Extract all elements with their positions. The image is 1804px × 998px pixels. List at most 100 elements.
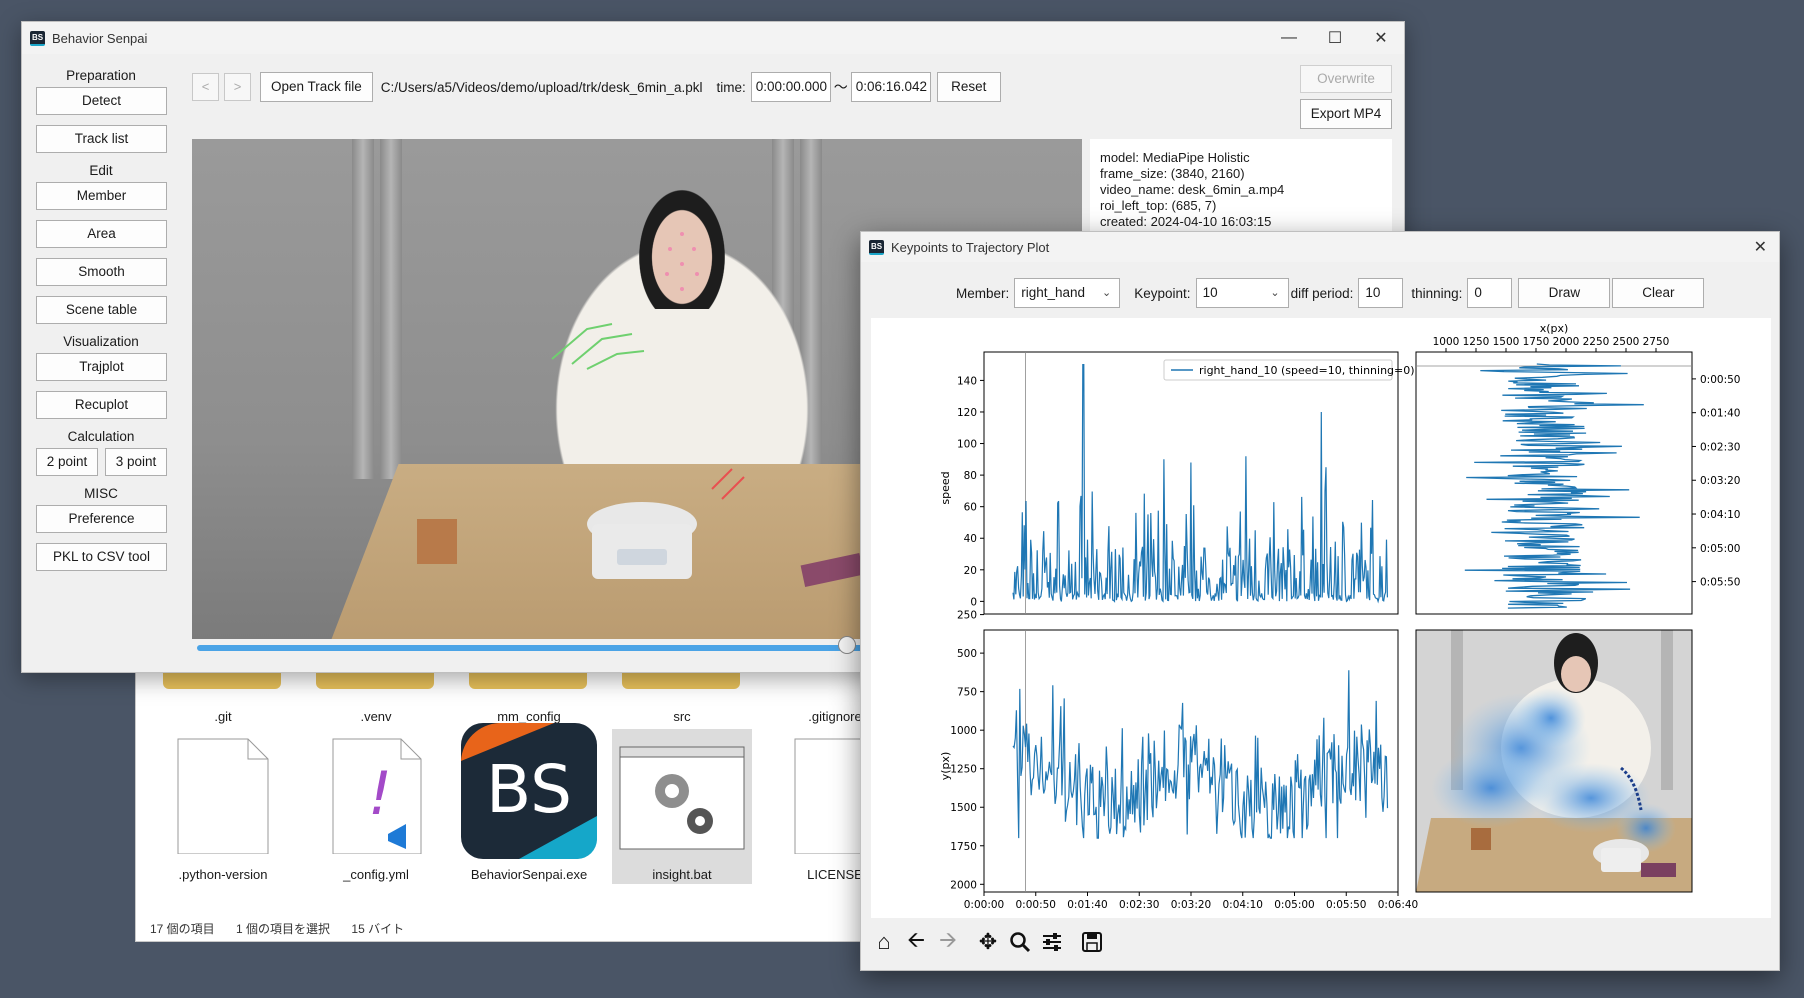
export-mp4-button[interactable]: Export MP4 [1300, 99, 1392, 129]
member-select[interactable]: right_hand ⌄ [1014, 278, 1121, 308]
file-explorer-window: .git .venv mm_config src .gitignore .pyt… [135, 650, 881, 942]
trajectory-figure[interactable]: right_hand_10 (speed=10, thinning=0) spe… [871, 318, 1771, 918]
preference-button[interactable]: Preference [36, 505, 167, 533]
recuplot-button[interactable]: Recuplot [36, 391, 167, 419]
member-label: Member: [956, 285, 1010, 301]
y-ytick-label: 1500 [950, 802, 977, 814]
gear-icon [619, 746, 745, 850]
section-calculation: Calculation [67, 429, 135, 444]
detect-button[interactable]: Detect [36, 87, 167, 115]
open-track-button[interactable]: Open Track file [260, 72, 373, 102]
smooth-button[interactable]: Smooth [36, 258, 167, 286]
plot-titlebar[interactable]: BS Keypoints to Trajectory Plot [861, 232, 1779, 262]
three-point-button[interactable]: 3 point [105, 448, 167, 476]
x-ytick-label: 0:01:40 [1700, 408, 1740, 420]
time-xtick-label: 0:06:40 [1378, 899, 1418, 911]
y-axes [983, 629, 1399, 893]
sidebar: Preparation Detect Track list Edit Membe… [36, 64, 167, 581]
member-button[interactable]: Member [36, 182, 167, 210]
x-xtick-label: 1500 [1493, 336, 1520, 348]
speed-ytick-label: 100 [957, 439, 977, 451]
clear-button[interactable]: Clear [1612, 278, 1705, 308]
thinning-label: thinning: [1411, 285, 1463, 301]
folder-label[interactable]: .git [153, 709, 293, 724]
chevron-down-icon: ⌄ [1102, 287, 1112, 299]
time-xtick-label: 0:03:20 [1171, 899, 1211, 911]
file-label: _config.yml [343, 867, 409, 882]
prev-button[interactable]: < [192, 73, 219, 101]
bs-logo-text: BS [485, 751, 572, 828]
next-button[interactable]: > [224, 73, 251, 101]
main-titlebar[interactable]: BS Behavior Senpai [22, 22, 1404, 54]
track-file-path: C:/Users/a5/Videos/demo/upload/trk/desk_… [380, 79, 703, 95]
diff-period-label: diff period: [1290, 285, 1354, 301]
home-icon[interactable]: ⌂ [871, 929, 897, 955]
speed-ytick-label: 80 [964, 470, 977, 482]
time-start-input[interactable]: 0:00:00.000 [750, 72, 831, 102]
close-icon[interactable]: ✕ [1358, 22, 1404, 54]
file-item-python-version[interactable]: .python-version [153, 729, 293, 884]
file-item-insight-bat[interactable]: insight.bat [612, 729, 752, 884]
back-arrow-icon[interactable]: 🡨 [903, 927, 929, 955]
y-ytick-label: 2000 [950, 879, 977, 891]
zoom-icon[interactable] [1007, 929, 1033, 955]
y-ytick-label: 1000 [950, 725, 977, 737]
y-ytick-label: 1250 [950, 764, 977, 776]
time-xtick-label: 0:04:10 [1223, 899, 1263, 911]
maximize-icon[interactable]: ☐ [1312, 22, 1358, 54]
x-ytick-label: 0:00:50 [1700, 374, 1740, 386]
explorer-status-bar: 17 個の項目 1 個の項目を選択 15 バイト [150, 920, 422, 937]
draw-button[interactable]: Draw [1518, 278, 1611, 308]
file-label: .python-version [178, 867, 268, 882]
y-ytick-label: 1750 [950, 841, 977, 853]
time-xtick-label: 0:01:40 [1067, 899, 1107, 911]
forward-arrow-icon[interactable]: 🡪 [935, 927, 961, 955]
minimize-icon[interactable]: — [1266, 22, 1312, 54]
time-xtick-label: 0:00:50 [1016, 899, 1056, 911]
info-video-name: video_name: desk_6min_a.mp4 [1100, 182, 1285, 197]
plot-canvas[interactable]: right_hand_10 (speed=10, thinning=0) spe… [871, 318, 1771, 918]
x-xtick-label: 1250 [1463, 336, 1490, 348]
diff-period-input[interactable]: 10 [1358, 278, 1404, 308]
member-value: right_hand [1021, 285, 1086, 300]
folder-label[interactable]: .venv [306, 709, 446, 724]
close-icon[interactable]: ✕ [1754, 237, 1767, 257]
time-end-input[interactable]: 0:06:16.042 [850, 72, 931, 102]
scene-table-button[interactable]: Scene table [36, 296, 167, 324]
main-toolbar: < > Open Track file C:/Users/a5/Videos/d… [192, 72, 1001, 102]
x-xtick-label: 2000 [1553, 336, 1580, 348]
track-info-panel: model: MediaPipe Holistic frame_size: (3… [1090, 139, 1392, 239]
track-list-button[interactable]: Track list [36, 125, 167, 153]
overwrite-button[interactable]: Overwrite [1300, 65, 1392, 93]
x-ytick-label: 0:05:50 [1700, 577, 1740, 589]
two-point-button[interactable]: 2 point [36, 448, 98, 476]
calculation-buttons: 2 point 3 point [36, 448, 167, 476]
pkl-to-csv-button[interactable]: PKL to CSV tool [36, 543, 167, 571]
plot-controls: Member: right_hand ⌄ Keypoint: 10 ⌄ diff… [956, 278, 1705, 308]
x-ytick-label: 0:02:30 [1700, 441, 1740, 453]
timeline-slider-handle[interactable] [837, 636, 856, 654]
area-button[interactable]: Area [36, 220, 167, 248]
speed-series-line [1012, 364, 1388, 604]
x-xtick-label: 2500 [1613, 336, 1640, 348]
thinning-input[interactable]: 0 [1467, 278, 1513, 308]
keypoint-label: Keypoint: [1134, 285, 1191, 301]
keypoint-select[interactable]: 10 ⌄ [1195, 278, 1289, 308]
trajplot-button[interactable]: Trajplot [36, 353, 167, 381]
file-label: insight.bat [652, 867, 712, 882]
configure-subplots-icon[interactable] [1039, 929, 1065, 955]
trajectory-plot-window: BS Keypoints to Trajectory Plot ✕ Member… [860, 231, 1780, 971]
pan-icon[interactable]: ✥ [975, 929, 1001, 955]
save-icon[interactable] [1079, 929, 1105, 955]
x-xtick-label: 1750 [1523, 336, 1550, 348]
file-item-config-yml[interactable]: ! _config.yml [306, 729, 446, 884]
window-title: Keypoints to Trajectory Plot [891, 239, 1050, 255]
file-item-behaviorsenpai-exe[interactable]: BS BehaviorSenpai.exe [459, 723, 599, 884]
section-visualization: Visualization [63, 334, 139, 349]
x-xtick-label: 2250 [1583, 336, 1610, 348]
section-edit: Edit [89, 163, 113, 178]
speed-axis-label: speed [939, 471, 952, 504]
file-label: BehaviorSenpai.exe [470, 867, 588, 882]
reset-button[interactable]: Reset [936, 72, 1001, 102]
folder-label[interactable]: src [612, 709, 752, 724]
